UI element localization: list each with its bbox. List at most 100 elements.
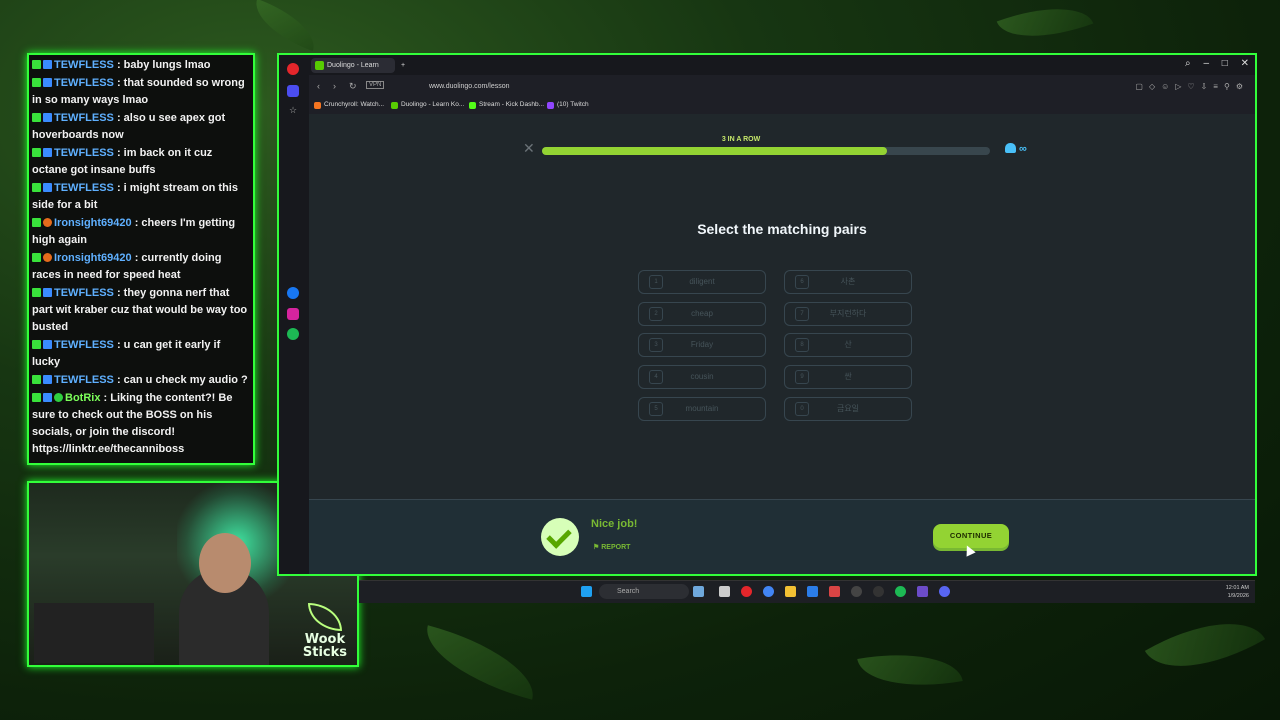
folder-icon[interactable] — [785, 586, 796, 597]
url-text: www.duolingo.com/lesson — [429, 83, 510, 90]
forward-icon[interactable]: › — [333, 81, 336, 91]
chat-text: : can u check my audio ? — [116, 374, 248, 386]
tab-duolingo[interactable]: Duolingo - Learn Ko... — [311, 58, 395, 84]
bookmark-label: Crunchyroll: Watch... — [324, 101, 385, 108]
leaf-decoration — [416, 625, 544, 700]
chat-username[interactable]: TEWFLESS — [54, 339, 114, 351]
chat-username[interactable]: BotRix — [65, 392, 100, 404]
feedback-title: Nice job! — [591, 518, 638, 530]
bookmark-favicon-icon — [547, 102, 554, 109]
taskbar-search[interactable]: Search — [599, 584, 689, 599]
bookmark-label: (10) Twitch — [557, 101, 589, 108]
file-explorer-icon[interactable] — [719, 586, 730, 597]
blue-badge-icon — [43, 148, 52, 157]
windows-start-icon[interactable] — [581, 586, 592, 597]
new-tab-button[interactable]: + — [399, 58, 411, 73]
taskview-icon[interactable] — [693, 586, 704, 597]
wook-sticks-logo: Wook Sticks — [303, 603, 347, 659]
chat-username[interactable]: TEWFLESS — [54, 112, 114, 124]
streamer-head — [199, 533, 251, 593]
chat-message: TEWFLESS : i might stream on this side f… — [32, 180, 250, 214]
game-icon[interactable] — [917, 586, 928, 597]
spotify-icon[interactable] — [287, 328, 299, 340]
search-icon[interactable]: ⌕ — [1185, 58, 1191, 69]
taskbar-clock: 12:01 AM 1/9/2026 — [1226, 584, 1249, 600]
blue-badge-icon — [43, 183, 52, 192]
chat-message: TEWFLESS : baby lungs lmao — [32, 57, 250, 74]
duolingo-lesson-page: ✕ 3 IN A ROW ∞ Select the matching pairs… — [309, 114, 1255, 574]
pair-tile[interactable]: 3 Friday — [638, 333, 766, 358]
pair-tile[interactable]: 2 cheap — [638, 301, 766, 326]
bookmark-item[interactable]: Stream - Kick Dashb... — [469, 101, 544, 109]
pair-word: diligent — [689, 277, 715, 286]
app-icon[interactable] — [829, 586, 840, 597]
messenger-icon[interactable] — [287, 287, 299, 299]
blue-badge-icon — [43, 393, 52, 402]
chat-username[interactable]: TEWFLESS — [54, 77, 114, 89]
kick-badge-icon — [32, 393, 41, 402]
pair-tile[interactable]: 8산 — [784, 333, 912, 358]
kick-badge-icon — [32, 60, 41, 69]
windows-taskbar: Search 12:01 AM 1/9/2026 — [359, 580, 1255, 603]
spotify-taskbar-icon[interactable] — [895, 586, 906, 597]
bookmark-item[interactable]: Crunchyroll: Watch... — [314, 101, 385, 109]
chat-username[interactable]: Ironsight69420 — [54, 217, 132, 229]
pair-tile[interactable]: 9싼 — [784, 365, 912, 390]
report-label: REPORT — [601, 544, 631, 551]
discord-icon[interactable] — [939, 586, 950, 597]
chat-overlay: TEWFLESS : baby lungs lmao TEWFLESS : tha… — [27, 53, 255, 465]
pair-number: 8 — [795, 338, 809, 353]
chat-message: TEWFLESS : im back on it cuz octane got … — [32, 145, 250, 179]
hearts-value: ∞ — [1019, 143, 1027, 155]
progress-fill — [542, 147, 887, 155]
url-field[interactable]: www.duolingo.com/lesson — [399, 80, 1059, 94]
bookmarks-bar: Crunchyroll: Watch... Duolingo - Learn Ko… — [309, 99, 1255, 113]
maximize-icon[interactable]: □ — [1222, 58, 1228, 69]
back-icon[interactable]: ‹ — [317, 81, 320, 91]
steam-icon[interactable] — [873, 586, 884, 597]
leaf-decoration — [857, 641, 963, 699]
store-icon[interactable] — [807, 586, 818, 597]
pair-tile[interactable]: 0 금요일 — [784, 396, 912, 421]
opera-taskbar-icon[interactable] — [741, 586, 752, 597]
chat-username[interactable]: TEWFLESS — [54, 287, 114, 299]
reload-icon[interactable]: ↻ — [349, 81, 357, 92]
pair-tile[interactable]: 4 cousin — [638, 365, 766, 390]
pair-tile[interactable]: 5 mountain — [638, 396, 766, 421]
minimize-icon[interactable]: – — [1203, 58, 1209, 69]
opera-icon[interactable] — [287, 63, 299, 75]
feedback-footer: Nice job! ⚑ REPORT CONTINUE — [309, 499, 1255, 574]
clock-time: 12:01 AM — [1225, 585, 1249, 591]
pair-tile[interactable]: 6 사촌 — [784, 270, 912, 294]
report-button[interactable]: ⚑ REPORT — [593, 543, 630, 551]
chrome-icon[interactable] — [763, 586, 774, 597]
bookmark-favicon-icon — [391, 102, 398, 109]
chat-username[interactable]: TEWFLESS — [54, 182, 114, 194]
close-lesson-icon[interactable]: ✕ — [523, 140, 535, 157]
extension-icons[interactable]: ▢◇☺▷♡⇩≡⚲⚙ — [1135, 82, 1249, 91]
chat-username[interactable]: Ironsight69420 — [54, 252, 132, 264]
obs-icon[interactable] — [851, 586, 862, 597]
blue-badge-icon — [43, 78, 52, 87]
pair-number: 1 — [649, 275, 663, 289]
close-icon[interactable]: ✕ — [1241, 58, 1249, 69]
home-icon[interactable] — [287, 85, 299, 97]
star-icon[interactable]: ☆ — [287, 104, 299, 116]
bookmark-favicon-icon — [314, 102, 321, 109]
blue-badge-icon — [43, 113, 52, 122]
kick-badge-icon — [32, 253, 41, 262]
instagram-icon[interactable] — [287, 308, 299, 320]
pair-tile[interactable]: 7 부지런하다 — [784, 301, 912, 326]
vpn-badge[interactable]: VPN — [366, 81, 385, 89]
kick-badge-icon — [32, 375, 41, 384]
chat-username[interactable]: TEWFLESS — [54, 374, 114, 386]
blue-badge-icon — [43, 288, 52, 297]
orange-badge-icon — [43, 218, 52, 227]
kick-badge-icon — [32, 78, 41, 87]
lesson-title: Select the matching pairs — [697, 221, 867, 237]
bookmark-item[interactable]: (10) Twitch — [547, 101, 589, 109]
bookmark-item[interactable]: Duolingo - Learn Ko... — [391, 101, 464, 109]
chat-username[interactable]: TEWFLESS — [54, 147, 114, 159]
chat-username[interactable]: TEWFLESS — [54, 59, 114, 71]
pair-tile[interactable]: 1 diligent — [638, 270, 766, 294]
